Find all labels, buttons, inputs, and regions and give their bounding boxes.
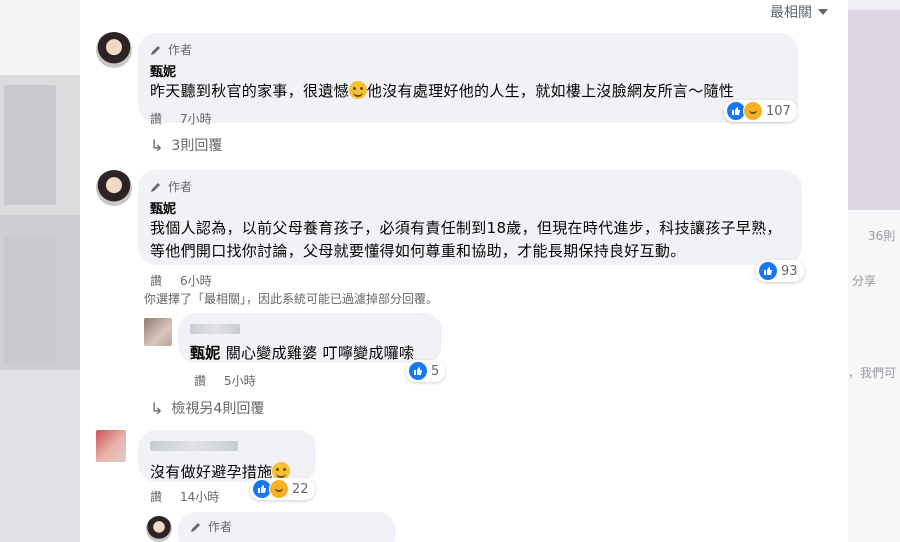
background-misc: ，我們可: [848, 366, 897, 380]
blurred-author-name: [190, 324, 240, 334]
avatar[interactable]: [96, 32, 132, 68]
background-block: [848, 10, 900, 210]
avatar[interactable]: [96, 170, 132, 206]
reaction-summary[interactable]: 22: [250, 478, 315, 500]
like-icon: [408, 361, 428, 381]
sad-emoji-icon: [348, 81, 367, 99]
view-more-replies-link[interactable]: ↳ 檢視另4則回覆: [150, 398, 264, 418]
comment-meta: 讚 6小時: [150, 272, 212, 289]
reaction-count: 107: [766, 103, 791, 119]
background-count: 36則: [868, 229, 896, 243]
sort-dropdown[interactable]: 最相關: [770, 2, 828, 22]
comment-time[interactable]: 7小時: [180, 110, 212, 127]
avatar[interactable]: [96, 430, 126, 462]
comment-text: 昨天聽到秋官的家事，很遺憾 他沒有處理好他的人生，就如樓上沒臉網友所言～隨性: [150, 81, 735, 100]
comment-bubble: 作者: [178, 512, 396, 542]
haha-icon: [269, 479, 289, 499]
author-badge: 作者: [168, 180, 193, 194]
like-icon: [758, 261, 778, 281]
background-left-strip: [0, 0, 80, 542]
view-more-replies-label: 檢視另4則回覆: [171, 401, 265, 417]
reply-time[interactable]: 5小時: [224, 372, 256, 389]
sort-label: 最相關: [770, 5, 812, 21]
pencil-icon: [191, 522, 200, 532]
comments-panel: 最相關 作者 甄妮 昨天聽到秋官的家事，很遺憾 他沒有處理好他的人生，就如樓上沒臉…: [80, 0, 848, 542]
avatar[interactable]: [144, 318, 172, 346]
reply-text: 甄妮 關心變成雞婆 叮嚀變成囉嗦: [190, 344, 415, 362]
chevron-down-icon: [818, 9, 828, 15]
author-badge: 作者: [208, 520, 233, 534]
comment-meta: 讚 7小時: [150, 110, 212, 127]
reaction-summary[interactable]: 5: [406, 360, 446, 382]
reply-meta: 讚 5小時: [194, 372, 256, 389]
background-photo: [4, 85, 56, 205]
haha-icon: [743, 101, 763, 121]
background-photo: [4, 235, 56, 365]
avatar[interactable]: [146, 516, 172, 542]
reaction-summary[interactable]: 93: [756, 260, 804, 282]
comment-bubble: 作者 甄妮 昨天聽到秋官的家事，很遺憾 他沒有處理好他的人生，就如樓上沒臉網友所言…: [138, 33, 798, 123]
reaction-count: 5: [431, 363, 440, 379]
view-replies-label: 3則回覆: [171, 138, 223, 154]
mention-tag[interactable]: 甄妮: [190, 344, 221, 362]
like-action[interactable]: 讚: [150, 110, 162, 127]
comment-author-name[interactable]: 甄妮: [150, 61, 786, 80]
view-replies-link[interactable]: ↳ 3則回覆: [150, 135, 222, 155]
reaction-count: 22: [292, 481, 309, 497]
background-share: 分享: [852, 274, 877, 288]
pencil-icon: [151, 45, 160, 55]
like-action[interactable]: 讚: [150, 272, 162, 289]
blurred-author-name: [150, 441, 238, 451]
like-action[interactable]: 讚: [150, 488, 162, 505]
reply-arrow-icon: ↳: [150, 135, 164, 155]
filter-notice: 你選擇了「最相關」，因此系統可能已過濾掉部分回覆。: [144, 292, 439, 306]
comment-bubble: 作者 甄妮 我個人認為，以前父母養育孩子，必須有責任制到18歲，但現在時代進步，…: [138, 170, 802, 265]
comment-author-name[interactable]: 甄妮: [150, 198, 790, 217]
reply-arrow-icon: ↳: [150, 398, 164, 418]
author-badge: 作者: [168, 43, 193, 57]
reaction-summary[interactable]: 107: [724, 100, 797, 122]
comment-text: 我個人認為，以前父母養育孩子，必須有責任制到18歲，但現在時代進步，科技讓孩子早…: [150, 219, 782, 260]
comment-bubble: 沒有做好避孕措施: [138, 430, 316, 482]
pencil-icon: [151, 182, 160, 192]
reply-bubble: 甄妮 關心變成雞婆 叮嚀變成囉嗦: [178, 313, 442, 363]
comment-time[interactable]: 14小時: [180, 488, 219, 505]
like-action[interactable]: 讚: [194, 372, 206, 389]
comment-time[interactable]: 6小時: [180, 272, 212, 289]
comment-meta: 讚 14小時: [150, 488, 219, 505]
background-right-strip: 36則 分享 ，我們可: [848, 0, 900, 542]
reaction-count: 93: [781, 263, 798, 279]
